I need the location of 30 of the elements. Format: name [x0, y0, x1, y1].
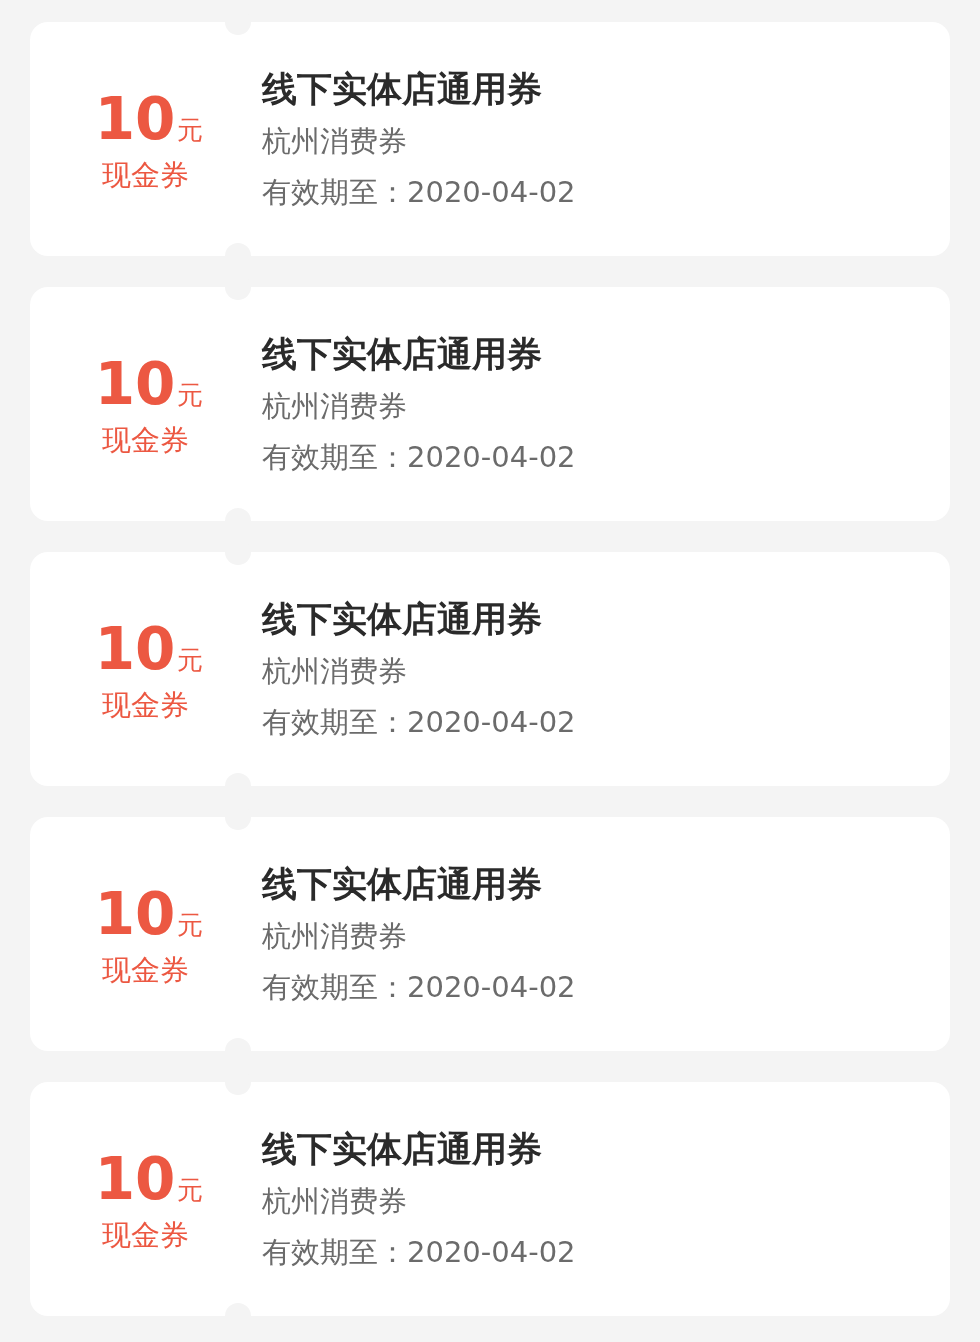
coupon-subtitle: 杭州消费券	[262, 389, 408, 424]
coupon-subtitle: 杭州消费券	[262, 654, 408, 689]
coupon-amount: 10	[94, 90, 176, 149]
currency-unit: 元	[177, 644, 204, 678]
expiry-date: 有效期至：2020-04-02	[262, 175, 576, 210]
expiry-date: 有效期至：2020-04-02	[262, 705, 576, 740]
coupon-title: 线下实体店通用券	[262, 333, 543, 376]
coupon-subtitle: 杭州消费券	[262, 919, 408, 954]
coupon-subtitle: 杭州消费券	[262, 124, 408, 159]
coupon-title: 线下实体店通用券	[262, 863, 543, 906]
currency-unit: 元	[177, 909, 204, 943]
coupon-amount: 10	[94, 1150, 176, 1209]
coupon-subtitle: 杭州消费券	[262, 1184, 408, 1219]
expiry-date: 有效期至：2020-04-02	[262, 970, 576, 1005]
currency-unit: 元	[177, 114, 204, 148]
coupon-type: 现金券	[101, 690, 189, 722]
coupon-title: 线下实体店通用券	[262, 1128, 543, 1171]
expiry-date: 有效期至：2020-04-02	[262, 440, 576, 475]
coupon-amount: 10	[94, 355, 176, 414]
currency-unit: 元	[177, 1174, 204, 1208]
coupon-type: 现金券	[101, 425, 189, 457]
coupon-amount: 10	[94, 885, 176, 944]
coupon-type: 现金券	[101, 1220, 189, 1252]
expiry-date: 有效期至：2020-04-02	[262, 1235, 576, 1270]
coupon-type: 现金券	[101, 160, 189, 192]
coupon-title: 线下实体店通用券	[262, 598, 543, 641]
coupon-title: 线下实体店通用券	[262, 68, 543, 111]
coupon-type: 现金券	[101, 955, 189, 987]
currency-unit: 元	[177, 379, 204, 413]
coupon-amount: 10	[94, 620, 176, 679]
